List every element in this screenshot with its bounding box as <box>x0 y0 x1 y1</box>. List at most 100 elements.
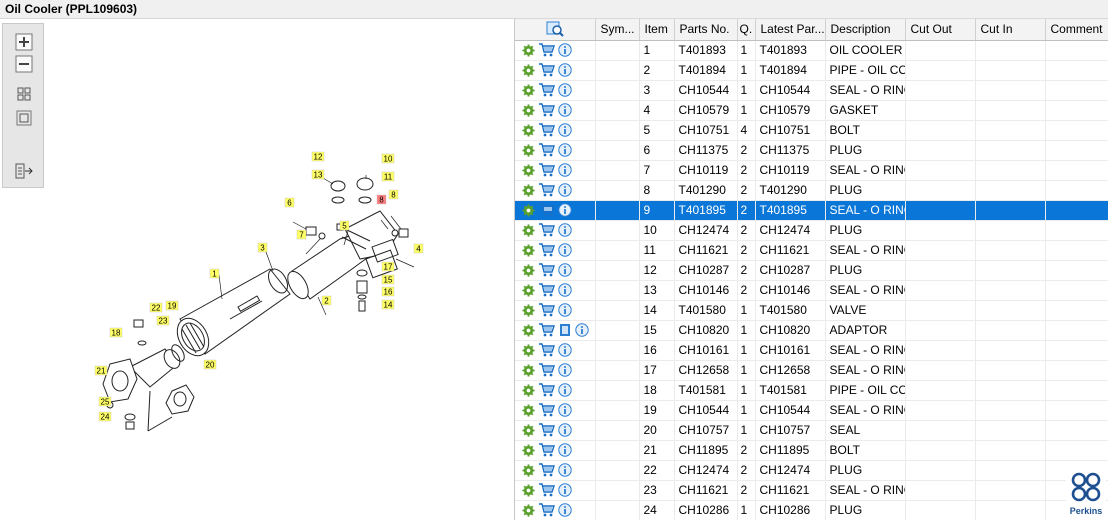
cart-icon[interactable] <box>538 243 555 257</box>
table-row[interactable]: 9 T401895 2 T401895 SEAL - O RING <box>515 200 1108 221</box>
gear-icon[interactable] <box>521 63 535 77</box>
gear-icon[interactable] <box>521 163 535 177</box>
cart-icon[interactable] <box>538 503 555 517</box>
gear-icon[interactable] <box>521 443 535 457</box>
oil-cooler-part[interactable] <box>171 268 291 361</box>
callout-label[interactable]: 18 <box>109 327 123 338</box>
cart-icon[interactable] <box>538 403 555 417</box>
cart-icon[interactable] <box>538 443 555 457</box>
cart-icon[interactable] <box>538 143 555 157</box>
callout-label[interactable]: 21 <box>94 365 108 376</box>
cart-icon[interactable] <box>538 163 555 177</box>
callout-label[interactable]: 12 <box>311 151 325 162</box>
gear-icon[interactable] <box>521 203 535 217</box>
table-row[interactable]: 15 CH10820 1 CH10820 ADAPTOR <box>515 320 1108 341</box>
info-icon[interactable] <box>558 283 572 297</box>
table-row[interactable]: 4 CH10579 1 CH10579 GASKET <box>515 100 1108 121</box>
column-header-latest-part[interactable]: Latest Par... <box>755 19 826 41</box>
callout-label[interactable]: 10 <box>381 153 395 164</box>
table-row[interactable]: 17 CH12658 1 CH12658 SEAL - O RING <box>515 360 1108 381</box>
callout-label[interactable]: 24 <box>98 411 112 422</box>
column-header-description[interactable]: Description <box>825 19 906 41</box>
gear-icon[interactable] <box>521 483 535 497</box>
callout-label[interactable]: 4 <box>413 243 424 254</box>
column-header-item[interactable]: Item <box>639 19 675 41</box>
table-row[interactable]: 10 CH12474 2 CH12474 PLUG <box>515 220 1108 241</box>
column-header-cut-out[interactable]: Cut Out <box>905 19 976 41</box>
zoom-in-button[interactable] <box>14 32 34 52</box>
table-row[interactable]: 21 CH11895 2 CH11895 BOLT <box>515 440 1108 461</box>
callout-label[interactable]: 20 <box>203 359 217 370</box>
gear-icon[interactable] <box>521 363 535 377</box>
info-icon[interactable] <box>558 403 572 417</box>
column-header-comment[interactable]: Comment <box>1045 19 1108 41</box>
info-icon[interactable] <box>558 203 572 217</box>
callout-label[interactable]: 17 <box>381 261 395 272</box>
gear-icon[interactable] <box>521 403 535 417</box>
gear-icon[interactable] <box>521 243 535 257</box>
cart-icon[interactable] <box>538 383 555 397</box>
cart-icon[interactable] <box>538 423 555 437</box>
callout-label[interactable]: 8 <box>388 189 399 200</box>
table-row[interactable]: 8 T401290 2 T401290 PLUG <box>515 180 1108 201</box>
cart-icon[interactable] <box>538 123 555 137</box>
cart-icon[interactable] <box>538 343 555 357</box>
cart-icon[interactable] <box>538 183 555 197</box>
info-icon[interactable] <box>558 423 572 437</box>
callout-label[interactable]: 5 <box>339 220 350 231</box>
table-row[interactable]: 5 CH10751 4 CH10751 BOLT <box>515 120 1108 141</box>
gear-icon[interactable] <box>521 323 535 337</box>
cart-icon[interactable] <box>538 263 555 277</box>
callout-label[interactable]: 15 <box>381 274 395 285</box>
table-row[interactable]: 1 T401893 1 T401893 OIL COOLER <box>515 40 1108 61</box>
table-row[interactable]: 20 CH10757 1 CH10757 SEAL <box>515 420 1108 441</box>
column-header-tools[interactable] <box>515 19 596 41</box>
info-icon[interactable] <box>558 343 572 357</box>
cart-icon[interactable] <box>538 223 555 237</box>
info-icon[interactable] <box>558 383 572 397</box>
cart-icon[interactable] <box>538 203 555 217</box>
exploded-parts-diagram[interactable]: 1 2 3 4 5 6 7 8 8 10 11 12 13 14 15 16 1… <box>0 19 511 520</box>
info-icon[interactable] <box>558 163 572 177</box>
callout-label[interactable]: 25 <box>98 396 112 407</box>
column-header-qty[interactable]: Q. <box>737 19 756 41</box>
info-icon[interactable] <box>558 503 572 517</box>
diagram-pane[interactable]: 1 2 3 4 5 6 7 8 8 10 11 12 13 14 15 16 1… <box>0 19 511 520</box>
seal-part-20[interactable] <box>165 384 195 415</box>
column-header-symbol[interactable]: Sym... <box>595 19 640 41</box>
info-icon[interactable] <box>558 483 572 497</box>
info-icon[interactable] <box>558 443 572 457</box>
export-list-button[interactable] <box>14 161 34 181</box>
gear-icon[interactable] <box>521 383 535 397</box>
info-icon[interactable] <box>558 123 572 137</box>
info-icon[interactable] <box>558 243 572 257</box>
table-row[interactable]: 3 CH10544 1 CH10544 SEAL - O RING <box>515 80 1108 101</box>
column-header-cut-in[interactable]: Cut In <box>975 19 1046 41</box>
fit-all-button[interactable] <box>14 84 34 104</box>
callout-label[interactable]: 13 <box>311 169 325 180</box>
gear-icon[interactable] <box>521 183 535 197</box>
info-icon[interactable] <box>558 103 572 117</box>
info-icon[interactable] <box>558 183 572 197</box>
gear-icon[interactable] <box>521 423 535 437</box>
info-icon[interactable] <box>558 223 572 237</box>
cart-icon[interactable] <box>538 283 555 297</box>
gear-icon[interactable] <box>521 103 535 117</box>
column-header-parts-no[interactable]: Parts No. <box>674 19 738 41</box>
actual-size-button[interactable] <box>14 108 34 128</box>
table-row[interactable]: 6 CH11375 2 CH11375 PLUG <box>515 140 1108 161</box>
callout-label[interactable]: 23 <box>156 315 170 326</box>
callout-label[interactable]: 6 <box>284 197 295 208</box>
gear-icon[interactable] <box>521 283 535 297</box>
callout-label[interactable]: 16 <box>381 286 395 297</box>
table-row[interactable]: 22 CH12474 2 CH12474 PLUG <box>515 460 1108 481</box>
gear-icon[interactable] <box>521 43 535 57</box>
table-row[interactable]: 24 CH10286 1 CH10286 PLUG <box>515 500 1108 520</box>
gear-icon[interactable] <box>521 463 535 477</box>
table-row[interactable]: 16 CH10161 1 CH10161 SEAL - O RING <box>515 340 1108 361</box>
callout-label[interactable]: 1 <box>209 268 220 279</box>
table-row[interactable]: 12 CH10287 2 CH10287 PLUG <box>515 260 1108 281</box>
info-icon[interactable] <box>558 363 572 377</box>
table-row[interactable]: 19 CH10544 1 CH10544 SEAL - O RING <box>515 400 1108 421</box>
document-icon[interactable] <box>558 323 572 337</box>
